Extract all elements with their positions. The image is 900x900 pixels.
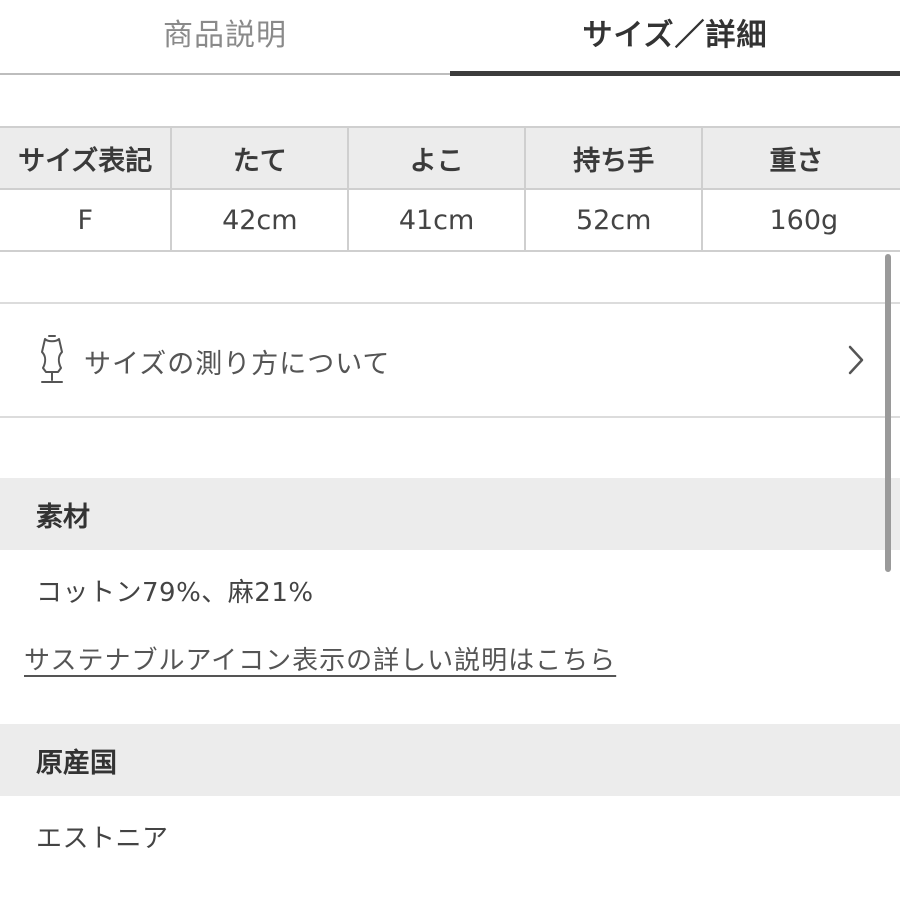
chevron-right-icon [848,345,864,375]
tab-bar: 商品説明 サイズ／詳細 [0,0,900,76]
material-value: コットン79%、麻21% [36,578,314,608]
size-table-header-row: サイズ表記 たて よこ 持ち手 重さ [0,126,900,190]
header-width: よこ [347,126,526,190]
header-handle: 持ち手 [523,126,704,190]
header-weight: 重さ [701,126,900,190]
cell-size: F [0,188,173,252]
material-heading: 素材 [36,501,90,533]
tab-product-description[interactable]: 商品説明 [0,0,450,64]
header-height: たて [170,126,350,190]
origin-section-header: 原産国 [0,724,900,796]
material-section-header: 素材 [0,478,900,550]
active-tab-indicator [450,71,900,76]
origin-heading: 原産国 [36,747,117,779]
cell-height: 42cm [170,188,350,252]
sustainable-icon-info-link[interactable]: サステナブルアイコン表示の詳しい説明はこちら [24,640,616,677]
mannequin-icon [41,335,63,383]
size-table: サイズ表記 たて よこ 持ち手 重さ F 42cm 41cm 52cm 160g [0,126,900,252]
header-size-label: サイズ表記 [0,126,173,190]
scrollbar-thumb[interactable] [885,254,891,572]
size-measure-label: サイズの測り方について [84,349,391,380]
origin-value: エストニア [36,824,169,854]
size-measure-link[interactable]: サイズの測り方について [0,302,900,418]
tab-size-details[interactable]: サイズ／詳細 [450,0,900,64]
table-row: F 42cm 41cm 52cm 160g [0,188,900,252]
cell-handle: 52cm [523,188,704,252]
page: 商品説明 サイズ／詳細 サイズ表記 たて よこ 持ち手 重さ F 42cm 41… [0,0,900,900]
cell-weight: 160g [701,188,900,252]
cell-width: 41cm [347,188,526,252]
tab-divider [0,73,450,75]
